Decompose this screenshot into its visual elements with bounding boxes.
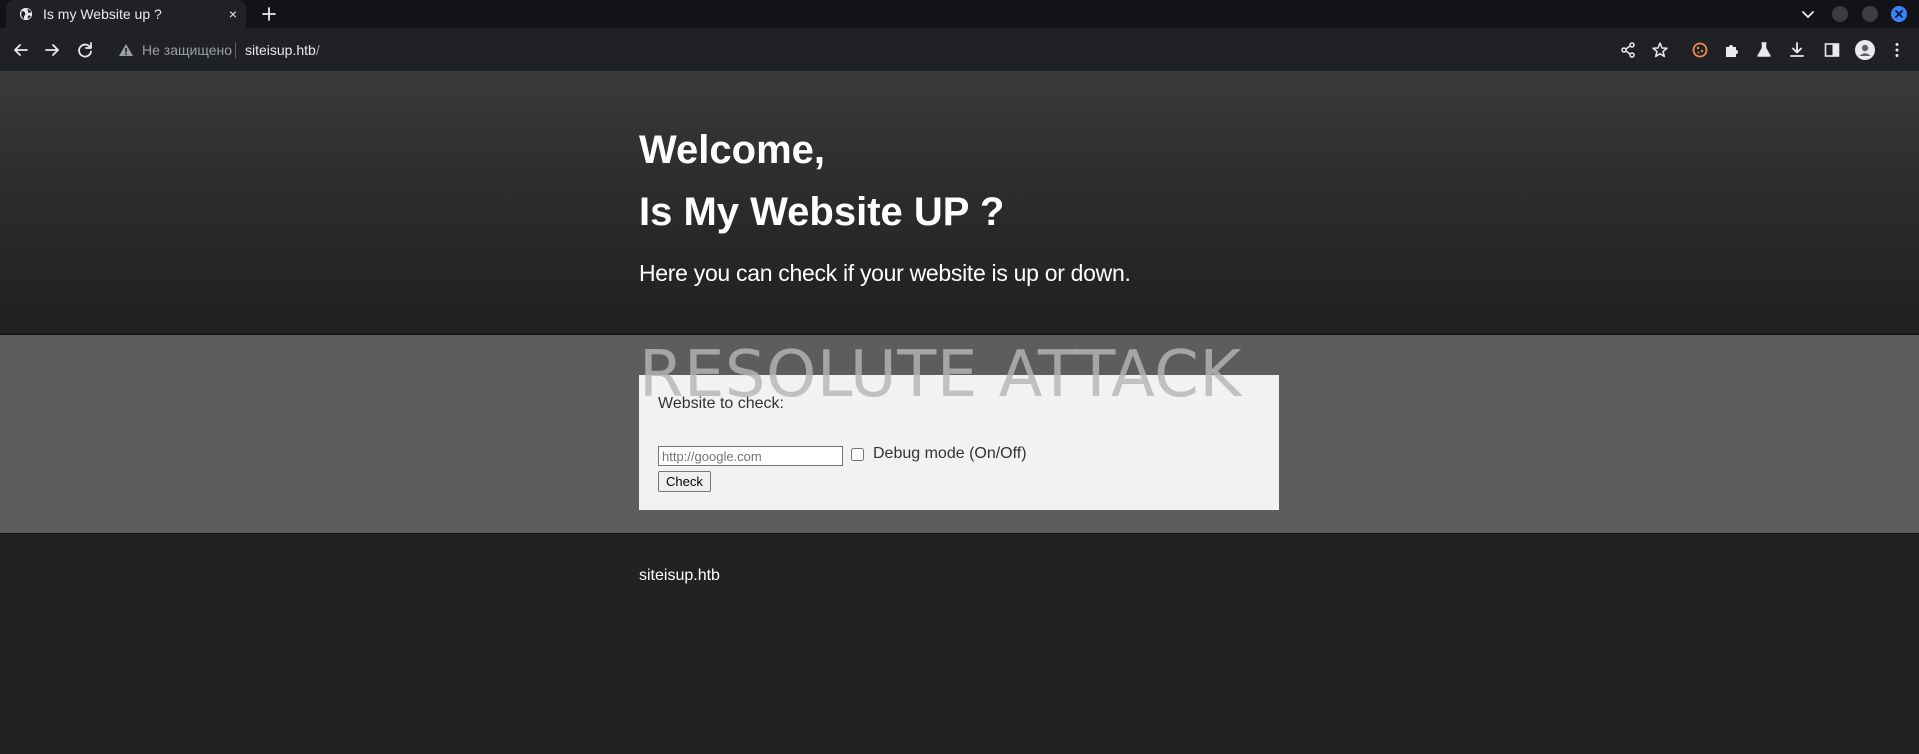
web-page: Welcome, Is My Website UP ? Here you can… xyxy=(0,72,1919,754)
page-title: Is My Website UP ? xyxy=(639,190,1005,234)
browser-toolbar: Не защищено siteisup.htb/ xyxy=(0,28,1919,72)
plus-icon[interactable] xyxy=(258,3,280,25)
check-form-card: Website to check: Debug mode (On/Off) Ch… xyxy=(639,375,1279,510)
page-footer: siteisup.htb xyxy=(0,534,1919,754)
window-maximize-button[interactable] xyxy=(1862,6,1878,22)
download-icon[interactable] xyxy=(1788,41,1806,59)
check-button[interactable]: Check xyxy=(658,471,711,492)
debug-mode-checkbox[interactable] xyxy=(851,448,864,461)
security-status-label[interactable]: Не защищено xyxy=(142,42,232,58)
back-arrow-icon[interactable] xyxy=(10,39,32,61)
labs-flask-icon[interactable] xyxy=(1755,41,1773,59)
debug-mode-label: Debug mode (On/Off) xyxy=(873,445,1027,462)
url-path: / xyxy=(315,42,320,58)
menu-kebab-icon[interactable] xyxy=(1888,41,1906,59)
forward-arrow-icon[interactable] xyxy=(41,39,63,61)
address-separator xyxy=(235,42,236,58)
website-url-input[interactable] xyxy=(658,446,843,466)
window-close-button[interactable] xyxy=(1891,6,1907,22)
url-text[interactable]: siteisup.htb/ xyxy=(245,42,320,58)
address-bar[interactable]: Не защищено siteisup.htb/ xyxy=(104,35,1624,65)
reload-icon[interactable] xyxy=(74,39,96,61)
hero-section: Welcome, Is My Website UP ? Here you can… xyxy=(0,72,1919,335)
profile-avatar-icon[interactable] xyxy=(1855,40,1875,60)
tab-title: Is my Website up ? xyxy=(43,6,162,22)
url-host: siteisup.htb xyxy=(245,42,316,58)
share-icon[interactable] xyxy=(1619,41,1637,59)
check-form-section: Website to check: Debug mode (On/Off) Ch… xyxy=(0,335,1919,534)
globe-icon xyxy=(19,7,33,21)
browser-tab[interactable]: Is my Website up ? × xyxy=(6,0,246,28)
tab-close-icon[interactable]: × xyxy=(224,5,242,23)
window-minimize-button[interactable] xyxy=(1832,6,1848,22)
hero-subtitle: Here you can check if your website is up… xyxy=(639,260,1131,286)
website-to-check-label: Website to check: xyxy=(658,395,784,412)
extensions-puzzle-icon[interactable] xyxy=(1723,41,1741,59)
warning-triangle-icon[interactable] xyxy=(118,42,134,58)
cookie-extension-icon[interactable] xyxy=(1691,41,1709,59)
tab-search-chevron-icon[interactable] xyxy=(1800,6,1816,22)
welcome-heading: Welcome, xyxy=(639,128,825,172)
side-panel-icon[interactable] xyxy=(1823,41,1841,59)
bookmark-star-icon[interactable] xyxy=(1651,41,1669,59)
tab-strip: Is my Website up ? × xyxy=(0,0,1919,28)
footer-domain: siteisup.htb xyxy=(639,567,720,584)
